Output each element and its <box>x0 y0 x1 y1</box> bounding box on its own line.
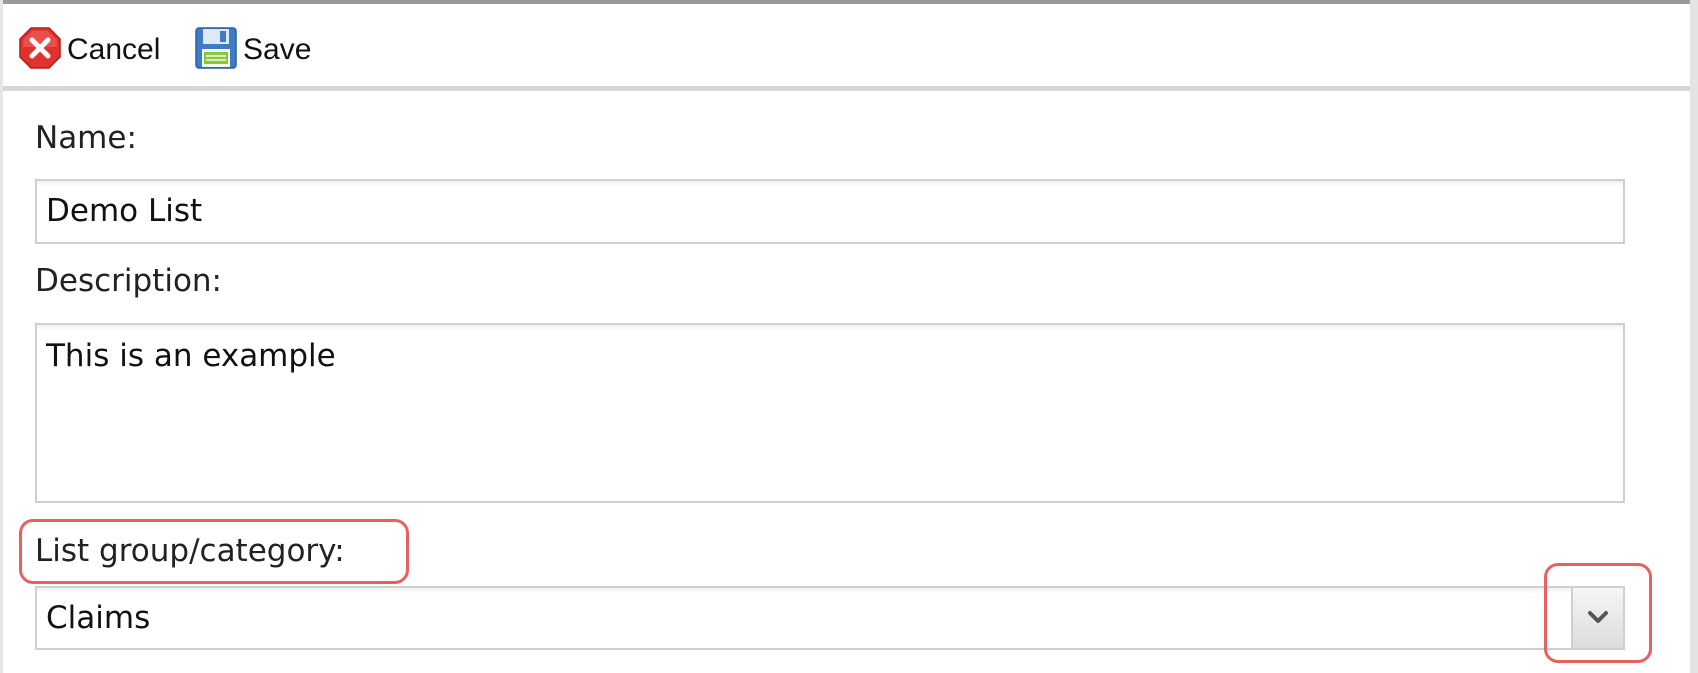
right-border <box>1690 0 1698 673</box>
description-textarea[interactable]: This is an example <box>35 323 1625 503</box>
description-label: Description: <box>35 263 222 299</box>
floppy-disk-icon <box>195 27 237 73</box>
cancel-button[interactable]: Cancel <box>19 26 160 74</box>
save-button[interactable]: Save <box>195 26 311 74</box>
name-input[interactable]: Demo List <box>35 179 1625 244</box>
list-group-select[interactable]: Claims <box>35 586 1625 650</box>
next-field-peek <box>35 664 1625 673</box>
highlight-list-group-label <box>19 519 409 584</box>
left-border <box>0 0 3 673</box>
edit-list-panel: Cancel Save Name: Demo List Description:… <box>0 0 1698 673</box>
toolbar-divider <box>3 86 1690 91</box>
save-label: Save <box>243 33 312 66</box>
name-label: Name: <box>35 120 137 156</box>
cancel-x-icon <box>19 27 61 73</box>
cancel-label: Cancel <box>67 33 161 66</box>
toolbar: Cancel Save <box>3 4 1690 88</box>
highlight-dropdown-arrow <box>1544 563 1652 663</box>
